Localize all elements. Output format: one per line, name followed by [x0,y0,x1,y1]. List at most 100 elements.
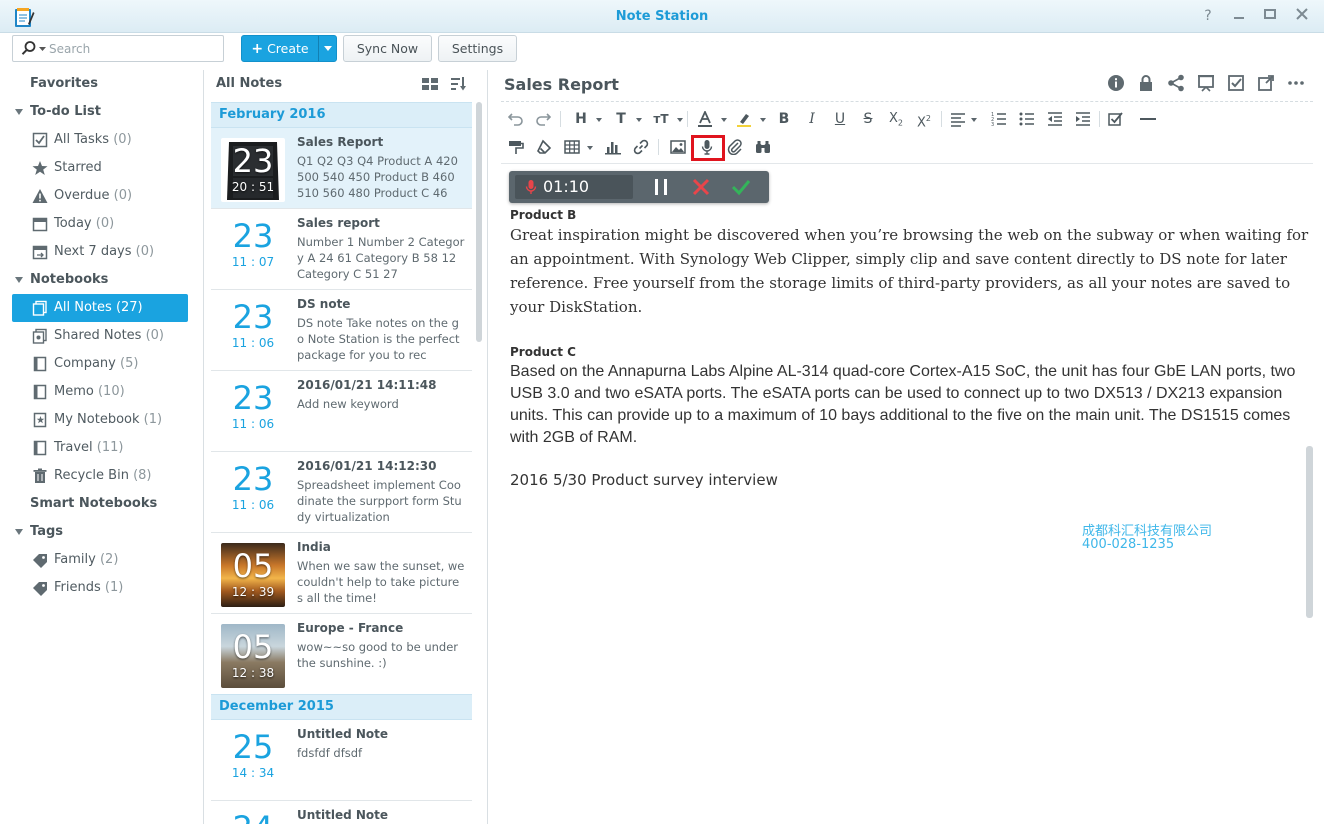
note-item-europe-france[interactable]: 05 12 : 38 Europe - France wow~~so good … [211,614,472,695]
sort-icon[interactable] [450,75,468,93]
image-icon[interactable] [667,135,689,159]
expand-caret-icon[interactable] [15,529,23,535]
note-item-untitled[interactable]: 25 14 : 34 Untitled Note fdsfdf dfsdf [211,720,472,801]
info-icon[interactable] [1107,74,1125,92]
note-item-sales-report[interactable]: 23 20 : 51 Sales Report Q1 Q2 Q3 Q4 Prod… [211,128,472,209]
search-options-caret-icon[interactable] [39,47,46,52]
undo-icon[interactable] [505,107,527,131]
sidebar-tags-header[interactable]: Tags [12,518,188,546]
sidebar-item-label: Travel [54,440,93,455]
indent-icon[interactable] [1072,107,1094,131]
pause-icon[interactable] [651,177,671,197]
note-snippet: Add new keyword [297,397,399,411]
sidebar-item-starred[interactable]: Starred [12,154,188,182]
numbered-list-icon[interactable]: 123 [988,107,1010,131]
italic-icon[interactable]: I [801,107,823,131]
chevron-down-icon[interactable] [596,118,602,122]
expand-caret-icon[interactable] [15,277,23,283]
align-icon[interactable] [947,107,969,131]
note-item-spreadsheet[interactable]: 23 11 : 06 2016/01/21 14:12:30 Spreadshe… [211,452,472,533]
sidebar-item-overdue[interactable]: Overdue (0) [12,182,188,210]
confirm-recording-icon[interactable] [731,177,751,197]
note-snippet: fdsfdf dfsdf [297,746,363,760]
subscript-icon[interactable]: X2 [885,107,907,131]
close-icon[interactable] [1294,8,1310,24]
chart-icon[interactable] [602,135,624,159]
note-item-india[interactable]: 05 12 : 39 India When we saw the sunset,… [211,533,472,614]
share-icon[interactable] [1167,74,1185,92]
table-icon[interactable] [561,135,583,159]
maximize-icon[interactable] [1262,8,1278,24]
outdent-icon[interactable] [1044,107,1066,131]
sidebar-item-all-tasks[interactable]: All Tasks (0) [12,126,188,154]
chevron-down-icon[interactable] [760,118,766,122]
link-icon[interactable] [630,135,652,159]
attachment-icon[interactable] [724,135,746,159]
font-size-icon[interactable]: T [610,107,632,131]
lock-icon[interactable] [1137,74,1155,92]
toolbar-bottom-divider [501,163,1313,164]
sidebar-item-shared-notes[interactable]: Shared Notes (0) [12,322,188,350]
help-icon[interactable]: ? [1200,8,1216,24]
sidebar-item-travel[interactable]: Travel (11) [12,434,188,462]
note-day: 23 [232,460,274,498]
search-input[interactable] [49,39,219,58]
bold-icon[interactable]: B [773,107,795,131]
todo-check-icon[interactable] [1227,74,1245,92]
note-item-ds-note[interactable]: 23 11 : 06 DS note DS note Take notes on… [211,290,472,371]
sidebar-item-today[interactable]: Today (0) [12,210,188,238]
create-main-button[interactable]: + Create [242,36,318,61]
search-box[interactable] [12,35,224,62]
note-title-heading[interactable]: Sales Report [504,75,619,94]
sidebar-item-tag-friends[interactable]: Friends (1) [12,574,188,602]
bullet-list-icon[interactable] [1016,107,1038,131]
minimize-icon[interactable] [1231,8,1247,24]
highlight-color-icon[interactable] [733,107,755,131]
chevron-down-icon[interactable] [677,118,683,122]
find-binoculars-icon[interactable] [752,135,774,159]
chevron-down-icon[interactable] [587,146,593,150]
note-item-untitled-2[interactable]: 24 Untitled Note [211,801,472,824]
create-dropdown-button[interactable] [318,36,337,61]
sidebar-notebooks-header[interactable]: Notebooks [12,266,188,294]
sync-now-button[interactable]: Sync Now [343,35,432,62]
note-item-keyword[interactable]: 23 11 : 06 2016/01/21 14:11:48 Add new k… [211,371,472,452]
checklist-icon[interactable] [1105,107,1127,131]
sidebar-favorites[interactable]: Favorites [12,70,188,98]
sidebar-item-all-notes[interactable]: All Notes (27) [12,294,188,322]
format-painter-icon[interactable] [505,135,527,159]
sidebar-item-memo[interactable]: Memo (10) [12,378,188,406]
clear-format-icon[interactable] [533,135,555,159]
underline-icon[interactable]: U [829,107,851,131]
chevron-down-icon[interactable] [636,118,642,122]
sidebar-todo-header[interactable]: To-do List [12,98,188,126]
cancel-recording-icon[interactable] [691,177,711,197]
sidebar-item-recycle-bin[interactable]: Recycle Bin (8) [12,462,188,490]
heading-icon[interactable]: H [570,107,592,131]
open-new-window-icon[interactable] [1257,74,1275,92]
sidebar-smart-notebooks[interactable]: Smart Notebooks [12,490,188,518]
sidebar-item-next-7-days[interactable]: Next 7 days (0) [12,238,188,266]
sidebar-item-my-notebook[interactable]: My Notebook (1) [12,406,188,434]
chevron-down-icon[interactable] [971,118,977,122]
create-button[interactable]: + Create [241,35,337,62]
expand-caret-icon[interactable] [15,109,23,115]
grid-view-icon[interactable] [421,75,439,93]
redo-icon[interactable] [532,107,554,131]
notes-list-scrollbar[interactable] [476,102,482,342]
note-item-sales-report-2[interactable]: 23 11 : 07 Sales report Number 1 Number … [211,209,472,290]
horizontal-rule-icon[interactable] [1137,107,1159,131]
sidebar-item-company[interactable]: Company (5) [12,350,188,378]
product-b-heading: Product B [510,208,577,222]
chevron-down-icon[interactable] [721,118,727,122]
editor-scrollbar[interactable] [1306,446,1313,618]
settings-button[interactable]: Settings [438,35,517,62]
font-color-icon[interactable] [694,107,716,131]
presentation-icon[interactable] [1197,74,1215,92]
sidebar-item-tag-family[interactable]: Family (2) [12,546,188,574]
superscript-icon[interactable]: X2 [913,107,935,131]
strikethrough-icon[interactable]: S [857,107,879,131]
font-family-icon[interactable]: ᴛT [650,107,672,131]
more-options-icon[interactable] [1287,74,1305,92]
note-content[interactable]: Product B Great inspiration might be dis… [510,208,1310,489]
